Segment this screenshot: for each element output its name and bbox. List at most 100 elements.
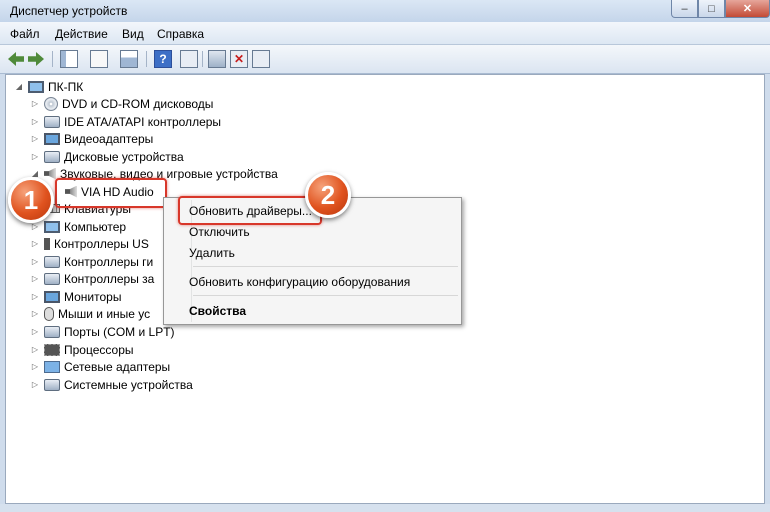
tree-item-storage-controllers[interactable]: ▷ Контроллеры за (30, 270, 154, 287)
tree-item-disk-drives[interactable]: ▷ Дисковые устройства (30, 148, 184, 165)
tree-root[interactable]: ◢ ПК-ПК (14, 78, 83, 95)
storage-controller-icon (44, 272, 60, 285)
tree-item-label: Контроллеры US (54, 236, 149, 251)
display-adapter-icon (44, 132, 60, 145)
menu-bar: Файл Действие Вид Справка (0, 22, 770, 45)
toolbar: ? ✕ (0, 45, 770, 74)
expand-arrow-icon[interactable]: ▷ (30, 309, 40, 318)
title-bar: Диспетчер устройств – □ ✕ (0, 0, 770, 22)
menu-item-properties[interactable]: Свойства (189, 304, 246, 318)
expand-arrow-icon[interactable]: ▷ (30, 362, 40, 371)
menu-item-disable[interactable]: Отключить (189, 225, 250, 239)
menu-help[interactable]: Справка (157, 27, 204, 41)
forward-arrow-icon[interactable] (28, 52, 44, 66)
tree-item-ide[interactable]: ▷ IDE ATA/ATAPI контроллеры (30, 113, 221, 130)
uninstall-device-icon[interactable] (252, 50, 270, 68)
toolbar-separator (146, 51, 147, 67)
toolbar-separator (202, 51, 203, 67)
sound-device-icon (44, 167, 56, 180)
console-tree-icon[interactable] (120, 50, 138, 68)
minimize-button[interactable]: – (671, 0, 698, 18)
tree-item-video-adapters[interactable]: ▷ Видеоадаптеры (30, 130, 153, 147)
expand-arrow-icon[interactable]: ▷ (30, 134, 40, 143)
properties-icon[interactable] (90, 50, 108, 68)
status-bar (0, 504, 770, 512)
tree-item-label: Системные устройства (64, 377, 193, 392)
expand-arrow-icon[interactable]: ▷ (30, 99, 40, 108)
tree-item-dvd[interactable]: ▷ DVD и CD-ROM дисководы (30, 95, 213, 112)
window-title: Диспетчер устройств (10, 4, 128, 18)
processor-icon (44, 343, 60, 356)
minimize-icon: – (681, 2, 688, 15)
port-icon (44, 325, 60, 338)
context-menu-separator (193, 266, 458, 267)
maximize-button[interactable]: □ (698, 0, 725, 18)
tree-item-processors[interactable]: ▷ Процессоры (30, 341, 134, 358)
disc-drive-icon (44, 96, 58, 111)
menu-view[interactable]: Вид (122, 27, 144, 41)
expand-arrow-icon[interactable]: ▷ (30, 380, 40, 389)
tree-item-label: Контроллеры ги (64, 254, 154, 269)
disable-device-icon[interactable]: ✕ (230, 50, 248, 68)
tree-item-label: Компьютер (64, 219, 127, 234)
toolbar-separator (52, 51, 53, 67)
collapse-arrow-icon[interactable]: ◢ (14, 82, 24, 91)
tree-item-label: Мыши и иные ус (58, 306, 151, 321)
tree-item-monitors[interactable]: ▷ Мониторы (30, 288, 122, 305)
tree-item-label: Видеоадаптеры (64, 131, 154, 146)
scan-hardware-icon[interactable] (180, 50, 198, 68)
menu-item-scan-hardware[interactable]: Обновить конфигурацию оборудования (189, 275, 410, 289)
expand-arrow-icon[interactable]: ▷ (30, 327, 40, 336)
network-adapter-icon (44, 360, 60, 373)
expand-arrow-icon[interactable]: ▷ (30, 152, 40, 161)
tree-item-network-adapters[interactable]: ▷ Сетевые адаптеры (30, 358, 170, 375)
system-device-icon (44, 378, 60, 391)
tree-item-system-devices[interactable]: ▷ Системные устройства (30, 376, 193, 393)
show-hide-tree-icon[interactable] (60, 50, 78, 68)
tree-item-label: Порты (COM и LPT) (64, 324, 175, 339)
highlight-via-hd-audio (55, 178, 167, 208)
usb-icon (44, 237, 50, 250)
step-badge-2: 2 (305, 172, 351, 218)
controller-icon (44, 255, 60, 268)
back-arrow-icon[interactable] (8, 52, 24, 66)
menu-action[interactable]: Действие (55, 27, 108, 41)
mouse-icon (44, 306, 54, 321)
tree-item-label: Процессоры (64, 342, 134, 357)
menu-item-uninstall[interactable]: Удалить (189, 246, 235, 260)
tree-item-mice[interactable]: ▷ Мыши и иные ус (30, 305, 150, 322)
expand-arrow-icon[interactable]: ▷ (30, 274, 40, 283)
tree-item-label: Контроллеры за (64, 271, 155, 286)
update-driver-icon[interactable] (208, 50, 226, 68)
expand-arrow-icon[interactable]: ▷ (30, 292, 40, 301)
expand-arrow-icon[interactable]: ▷ (30, 345, 40, 354)
disk-drive-icon (44, 150, 60, 163)
computer-icon (28, 80, 44, 93)
tree-item-label: DVD и CD-ROM дисководы (62, 96, 214, 111)
tree-item-label: IDE ATA/ATAPI контроллеры (64, 114, 222, 129)
ide-controller-icon (44, 115, 60, 128)
context-menu-separator (193, 295, 458, 296)
expand-arrow-icon[interactable]: ▷ (30, 257, 40, 266)
maximize-icon: □ (708, 2, 715, 15)
tree-item-label: Дисковые устройства (64, 149, 184, 164)
tree-item-controllers-2[interactable]: ▷ Контроллеры ги (30, 253, 153, 270)
tree-item-label: Сетевые адаптеры (64, 359, 171, 374)
tree-root-label: ПК-ПК (48, 79, 84, 94)
tree-item-usb-controllers[interactable]: ▷ Контроллеры US (30, 235, 149, 252)
monitor-icon (44, 290, 60, 303)
tree-item-ports[interactable]: ▷ Порты (COM и LPT) (30, 323, 175, 340)
close-button[interactable]: ✕ (725, 0, 770, 18)
tree-item-computer[interactable]: ▷ Компьютер (30, 218, 126, 235)
close-icon: ✕ (742, 3, 753, 15)
tree-item-label: Мониторы (64, 289, 122, 304)
expand-arrow-icon[interactable]: ▷ (30, 117, 40, 126)
highlight-update-drivers (178, 196, 322, 225)
computer-icon (44, 220, 60, 233)
step-badge-1: 1 (8, 177, 54, 223)
expand-arrow-icon[interactable]: ▷ (30, 222, 40, 231)
menu-file[interactable]: Файл (10, 27, 40, 41)
window-controls: – □ ✕ (671, 0, 770, 18)
expand-arrow-icon[interactable]: ▷ (30, 239, 40, 248)
help-icon[interactable]: ? (154, 50, 172, 68)
